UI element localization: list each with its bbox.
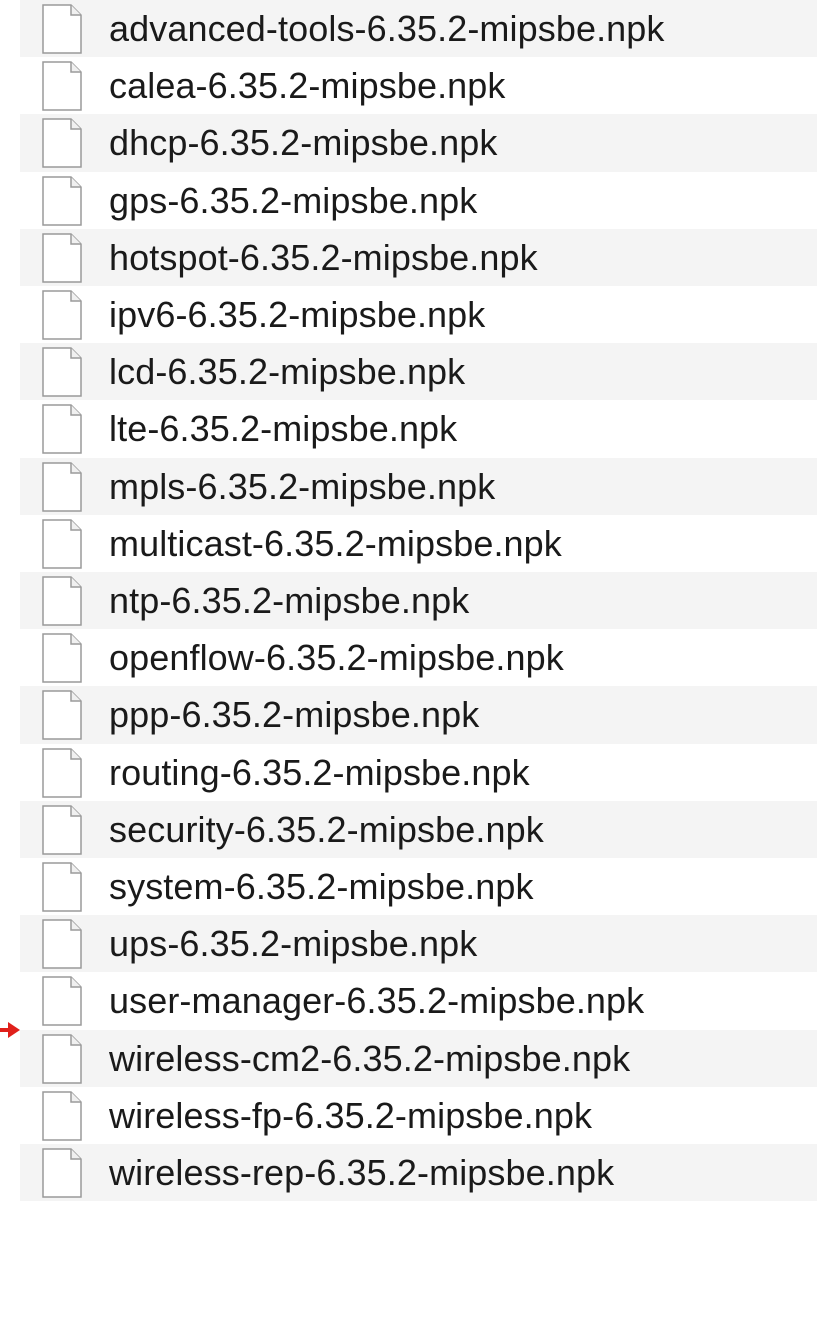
file-row[interactable]: hotspot-6.35.2-mipsbe.npk — [0, 228, 817, 286]
file-row[interactable]: mpls-6.35.2-mipsbe.npk — [0, 457, 817, 515]
file-name: user-manager-6.35.2-mipsbe.npk — [109, 980, 645, 1022]
file-name: ups-6.35.2-mipsbe.npk — [109, 923, 478, 965]
file-name: advanced-tools-6.35.2-mipsbe.npk — [109, 8, 665, 49]
file-name: routing-6.35.2-mipsbe.npk — [109, 751, 530, 793]
file-row[interactable]: security-6.35.2-mipsbe.npk — [0, 800, 817, 858]
file-name: system-6.35.2-mipsbe.npk — [109, 866, 534, 907]
file-name: wireless-rep-6.35.2-mipsbe.npk — [109, 1152, 615, 1193]
file-row[interactable]: lte-6.35.2-mipsbe.npk — [0, 400, 817, 457]
file-row[interactable]: lcd-6.35.2-mipsbe.npk — [0, 343, 817, 401]
document-icon — [42, 175, 82, 226]
file-row[interactable]: routing-6.35.2-mipsbe.npk — [0, 744, 817, 801]
file-row[interactable]: ipv6-6.35.2-mipsbe.npk — [0, 286, 817, 343]
file-row[interactable]: multicast-6.35.2-mipsbe.npk — [0, 515, 817, 572]
file-name: lte-6.35.2-mipsbe.npk — [109, 408, 458, 450]
document-icon — [42, 805, 82, 855]
document-icon — [42, 633, 82, 683]
file-name: multicast-6.35.2-mipsbe.npk — [109, 522, 562, 564]
document-icon — [42, 862, 82, 912]
file-row[interactable]: user-manager-6.35.2-mipsbe.npk — [0, 972, 817, 1029]
file-row[interactable]: system-6.35.2-mipsbe.npk — [0, 858, 817, 915]
file-name: ppp-6.35.2-mipsbe.npk — [109, 694, 480, 736]
file-row[interactable]: wireless-fp-6.35.2-mipsbe.npk — [0, 1087, 817, 1144]
file-name: mpls-6.35.2-mipsbe.npk — [109, 465, 496, 507]
document-icon — [42, 61, 82, 111]
document-icon — [42, 404, 82, 455]
document-icon — [42, 233, 82, 283]
file-name: calea-6.35.2-mipsbe.npk — [109, 65, 506, 107]
file-name: gps-6.35.2-mipsbe.npk — [109, 179, 478, 221]
file-name: ipv6-6.35.2-mipsbe.npk — [109, 294, 486, 335]
file-name: lcd-6.35.2-mipsbe.npk — [109, 351, 466, 393]
file-name: dhcp-6.35.2-mipsbe.npk — [109, 122, 498, 164]
file-row[interactable]: ups-6.35.2-mipsbe.npk — [0, 915, 817, 973]
file-row[interactable]: advanced-tools-6.35.2-mipsbe.npk — [0, 0, 817, 58]
file-name: security-6.35.2-mipsbe.npk — [109, 808, 544, 850]
document-icon — [42, 290, 82, 340]
document-icon — [42, 576, 82, 626]
file-row[interactable]: wireless-rep-6.35.2-mipsbe.npk — [0, 1144, 817, 1202]
file-name: openflow-6.35.2-mipsbe.npk — [109, 637, 564, 679]
document-icon — [42, 4, 82, 54]
file-row[interactable]: calea-6.35.2-mipsbe.npk — [0, 57, 817, 114]
file-name: ntp-6.35.2-mipsbe.npk — [109, 580, 470, 621]
document-icon — [42, 747, 82, 798]
file-name: wireless-cm2-6.35.2-mipsbe.npk — [109, 1037, 631, 1079]
document-icon — [42, 690, 82, 741]
arrow-right-icon — [0, 1022, 20, 1038]
file-row[interactable]: ntp-6.35.2-mipsbe.npk — [0, 572, 817, 630]
document-icon — [42, 976, 82, 1027]
file-row[interactable]: gps-6.35.2-mipsbe.npk — [0, 172, 817, 229]
file-row[interactable]: ppp-6.35.2-mipsbe.npk — [0, 686, 817, 744]
file-name: wireless-fp-6.35.2-mipsbe.npk — [109, 1094, 593, 1136]
document-icon — [42, 1091, 82, 1141]
document-icon — [42, 347, 82, 397]
file-name: hotspot-6.35.2-mipsbe.npk — [109, 236, 538, 278]
file-row[interactable]: dhcp-6.35.2-mipsbe.npk — [0, 114, 817, 172]
document-icon — [42, 919, 82, 969]
document-icon — [42, 519, 82, 569]
document-icon — [42, 1033, 82, 1084]
file-row[interactable]: openflow-6.35.2-mipsbe.npk — [0, 629, 817, 686]
document-icon — [42, 118, 82, 169]
document-icon — [42, 461, 82, 512]
file-row[interactable]: wireless-cm2-6.35.2-mipsbe.npk — [0, 1029, 817, 1087]
file-list: advanced-tools-6.35.2-mipsbe.npk calea-6… — [0, 0, 817, 1323]
document-icon — [42, 1148, 82, 1198]
